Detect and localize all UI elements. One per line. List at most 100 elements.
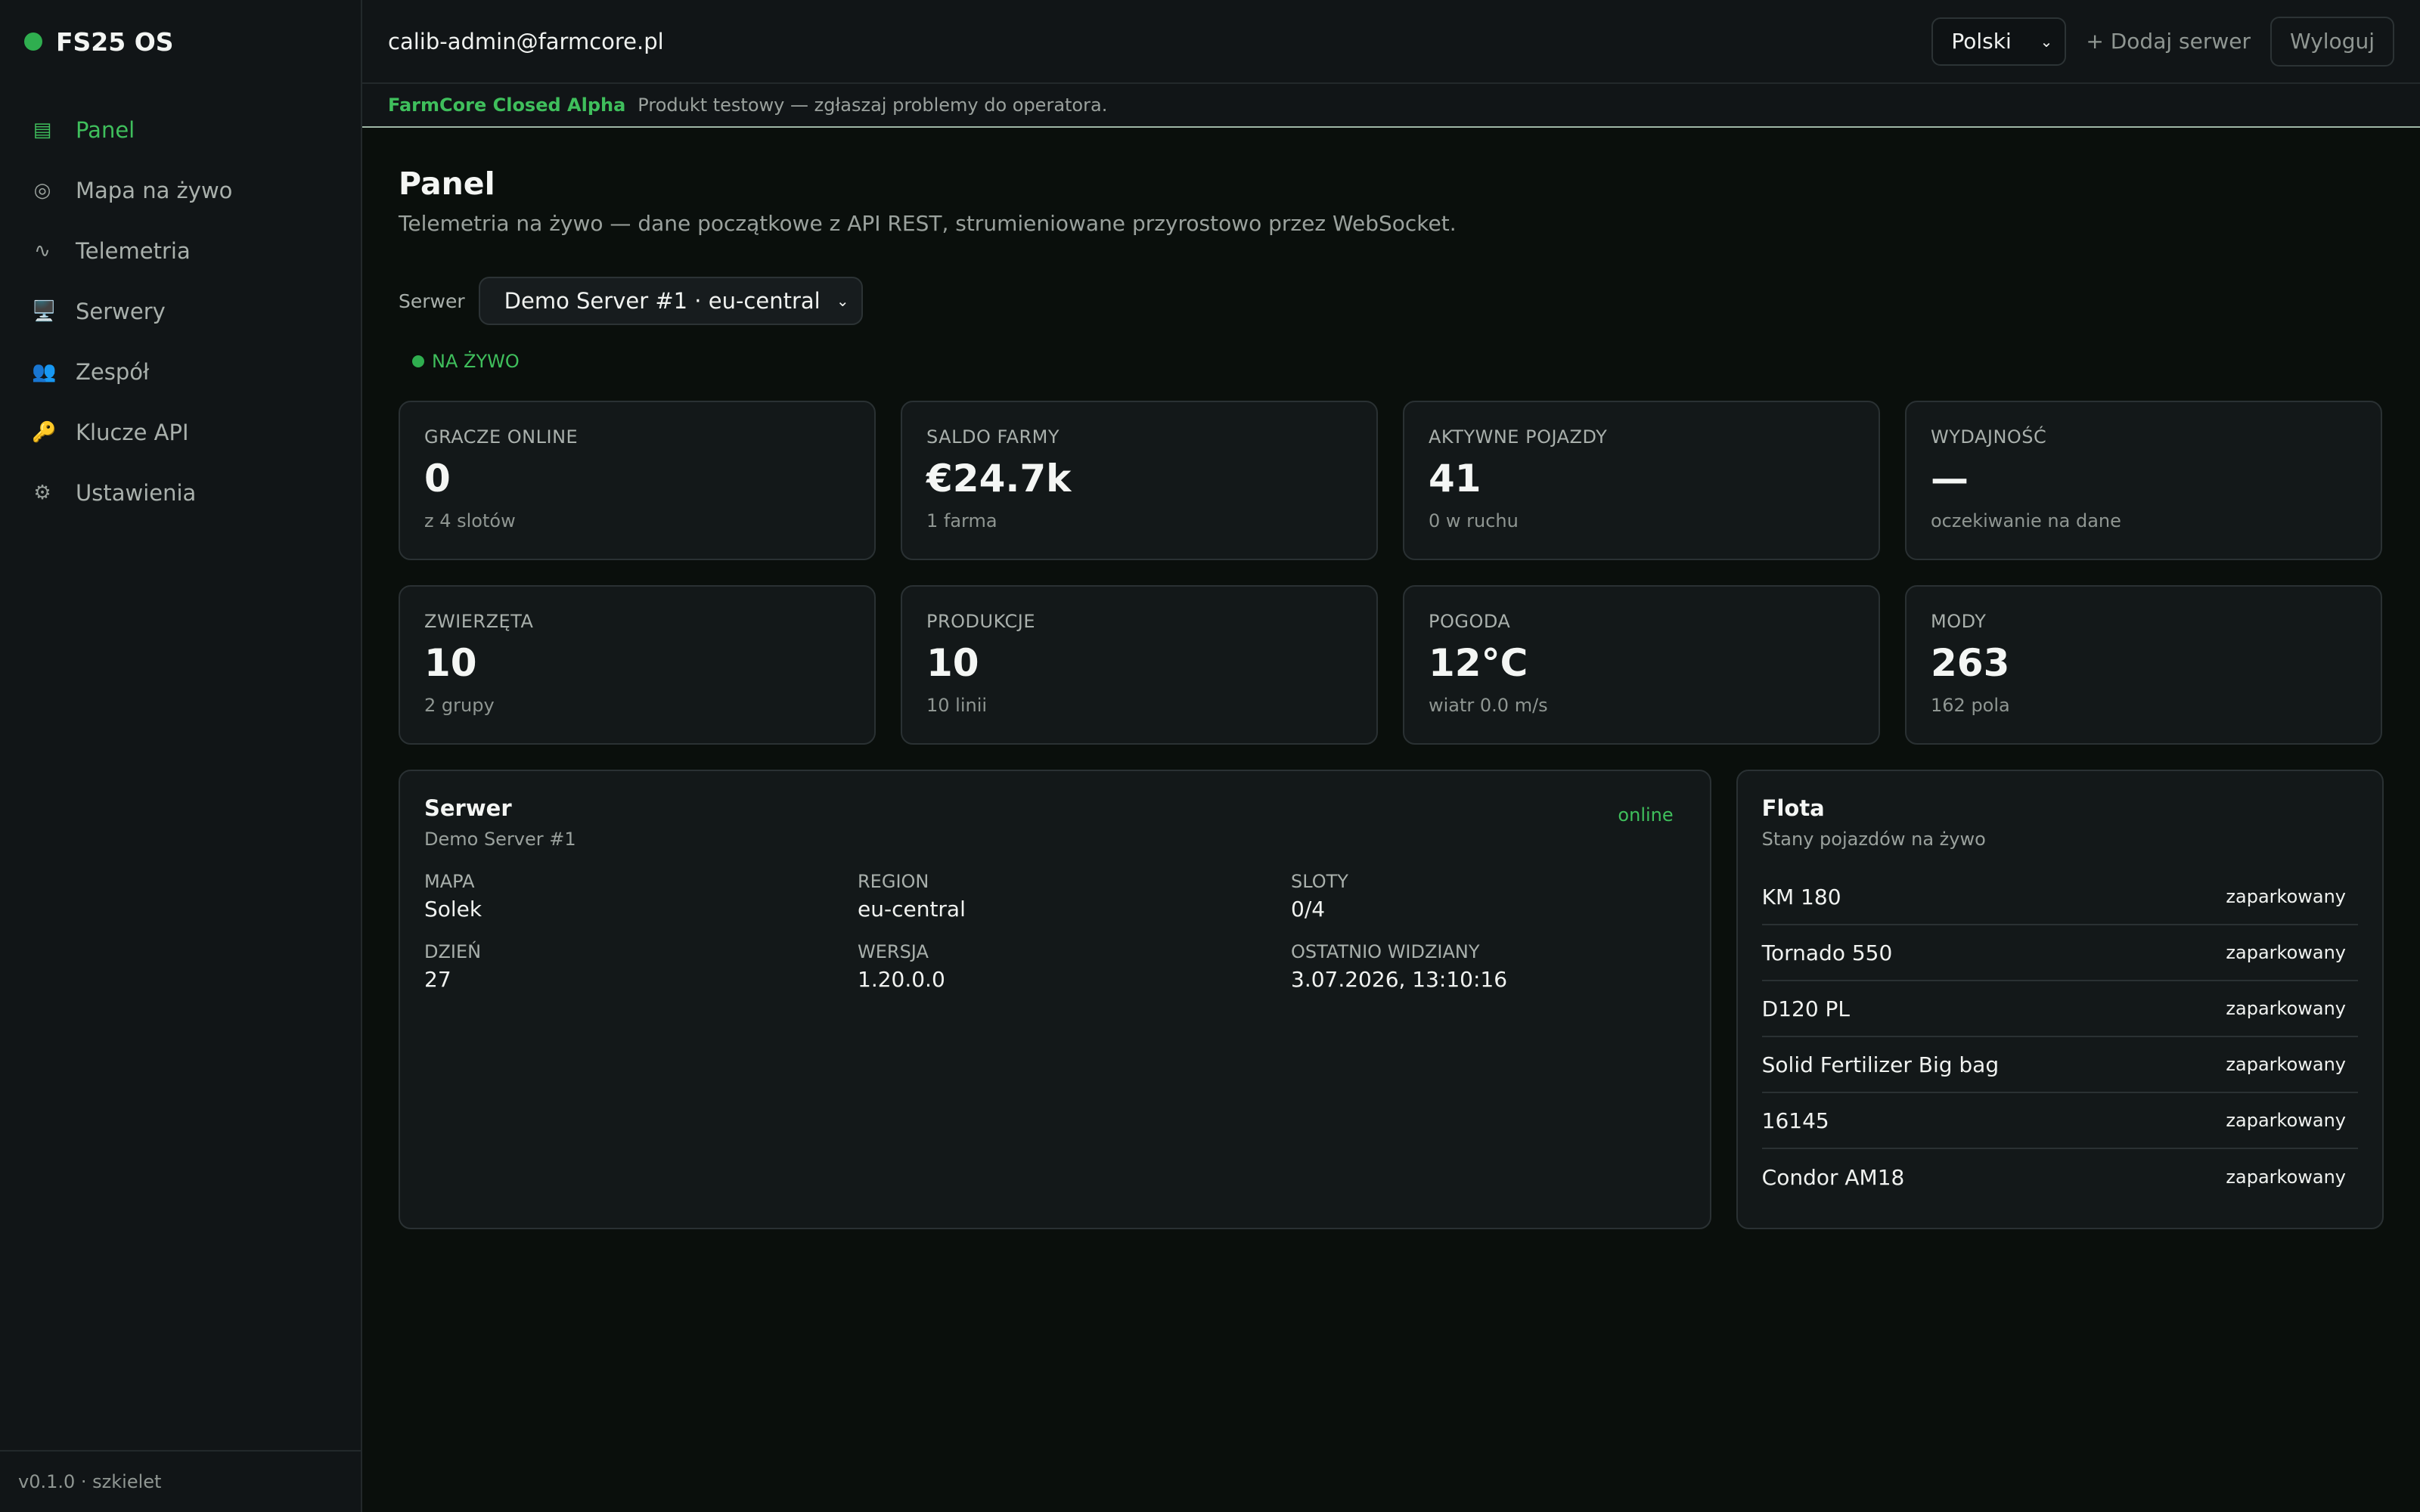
stat-label: AKTYWNE POJAZDY bbox=[1429, 426, 1608, 448]
topbar: calib-admin@farmcore.pl Polski ⌄ + Dodaj… bbox=[362, 0, 2420, 84]
sidebar-item-team[interactable]: 👥 Zespół bbox=[0, 342, 361, 402]
stats-grid: GRACZE ONLINE 0 z 4 slotów SALDO FARMY €… bbox=[399, 401, 2384, 745]
dashboard-icon: ▤ bbox=[33, 119, 52, 141]
vehicle-name: Tornado 550 bbox=[1761, 940, 1893, 965]
sidebar-item-label: Telemetria bbox=[76, 238, 191, 264]
stat-sub: wiatr 0.0 m/s bbox=[1429, 695, 1548, 716]
info-value: eu-central bbox=[858, 897, 966, 922]
vehicle-name: D120 PL bbox=[1761, 996, 1851, 1021]
stat-value: €24.7k bbox=[926, 457, 1072, 500]
info-label: DZIEŃ bbox=[424, 941, 482, 962]
info-value: Solek bbox=[424, 897, 482, 922]
stat-value: — bbox=[1931, 457, 1969, 500]
page-subtitle: Telemetria na żywo — dane początkowe z A… bbox=[399, 211, 1457, 236]
sidebar-item-label: Ustawienia bbox=[76, 480, 197, 506]
info-map: MAPA Solek bbox=[424, 871, 858, 922]
chevron-down-icon: ⌄ bbox=[2040, 32, 2053, 51]
alpha-banner: FarmCore Closed Alpha Produkt testowy — … bbox=[362, 84, 2420, 128]
logout-button[interactable]: Wyloguj bbox=[2270, 16, 2394, 67]
info-label: REGION bbox=[858, 871, 929, 892]
stat-label: WYDAJNOŚĆ bbox=[1931, 426, 2047, 448]
vehicle-status: zaparkowany bbox=[2226, 886, 2346, 907]
stat-card-productions: PRODUKCJE 10 10 linii bbox=[901, 585, 1378, 745]
info-label: MAPA bbox=[424, 871, 475, 892]
user-email: calib-admin@farmcore.pl bbox=[388, 28, 664, 54]
telemetry-icon: ∿ bbox=[34, 240, 51, 262]
stat-sub: 1 farma bbox=[926, 510, 997, 531]
stat-value: 0 bbox=[424, 457, 451, 500]
vehicle-status: zaparkowany bbox=[2226, 942, 2346, 963]
sidebar-item-settings[interactable]: ⚙ Ustawienia bbox=[0, 463, 361, 523]
vehicle-name: Condor AM18 bbox=[1761, 1164, 1905, 1190]
vehicle-name: KM 180 bbox=[1761, 884, 1841, 909]
stat-value: 41 bbox=[1429, 457, 1481, 500]
list-item[interactable]: D120 PL zaparkowany bbox=[1761, 981, 2358, 1037]
brand-name: FS25 OS bbox=[56, 26, 174, 57]
stat-value: 12°C bbox=[1429, 641, 1528, 685]
stat-label: POGODA bbox=[1429, 611, 1511, 632]
info-value: 3.07.2026, 13:10:16 bbox=[1291, 967, 1508, 992]
stat-card-balance: SALDO FARMY €24.7k 1 farma bbox=[901, 401, 1378, 560]
alpha-text: Produkt testowy — zgłaszaj problemy do o… bbox=[638, 94, 1108, 116]
stat-card-animals: ZWIERZĘTA 10 2 grupy bbox=[399, 585, 876, 745]
status-badge: online bbox=[1618, 804, 1674, 826]
info-slots: SLOTY 0/4 bbox=[1291, 871, 1686, 922]
fleet-panel: Flota Stany pojazdów na żywo KM 180 zapa… bbox=[1736, 770, 2384, 1229]
info-label: WERSJA bbox=[858, 941, 929, 962]
fleet-panel-title: Flota bbox=[1761, 795, 1825, 821]
sidebar-item-panel[interactable]: ▤ Panel bbox=[0, 100, 361, 160]
brand[interactable]: FS25 OS bbox=[0, 0, 361, 83]
team-icon: 👥 bbox=[32, 361, 57, 383]
map-icon: ◎ bbox=[33, 179, 51, 202]
server-select[interactable]: Demo Server #1 · eu-central ⌄ bbox=[478, 277, 863, 325]
content: Panel Telemetria na żywo — dane początko… bbox=[362, 128, 2420, 1229]
info-value: 0/4 bbox=[1291, 897, 1326, 922]
server-select-value: Demo Server #1 · eu-central bbox=[504, 288, 821, 314]
status-dot-icon bbox=[24, 33, 42, 51]
info-version: WERSJA 1.20.0.0 bbox=[858, 941, 1291, 992]
stat-label: GRACZE ONLINE bbox=[424, 426, 579, 448]
sidebar-item-telemetry[interactable]: ∿ Telemetria bbox=[0, 221, 361, 281]
stat-sub: 2 grupy bbox=[424, 695, 495, 716]
stat-value: 263 bbox=[1931, 641, 2010, 685]
computer-icon: 🖥️ bbox=[32, 300, 57, 323]
stat-card-players: GRACZE ONLINE 0 z 4 slotów bbox=[399, 401, 876, 560]
info-last-seen: OSTATNIO WIDZIANY 3.07.2026, 13:10:16 bbox=[1291, 941, 1686, 992]
stat-label: PRODUKCJE bbox=[926, 611, 1036, 632]
sidebar-item-live-map[interactable]: ◎ Mapa na żywo bbox=[0, 160, 361, 221]
sidebar-nav: ▤ Panel ◎ Mapa na żywo ∿ Telemetria 🖥️ S… bbox=[0, 83, 361, 523]
list-item[interactable]: 16145 zaparkowany bbox=[1761, 1093, 2358, 1149]
info-value: 27 bbox=[424, 967, 451, 992]
sidebar-item-label: Zespół bbox=[76, 359, 150, 385]
language-value: Polski bbox=[1951, 29, 2012, 54]
sidebar-item-label: Panel bbox=[76, 117, 135, 143]
stat-card-performance: WYDAJNOŚĆ — oczekiwanie na dane bbox=[1905, 401, 2382, 560]
gear-icon: ⚙ bbox=[33, 482, 51, 504]
server-panel-title: Serwer bbox=[424, 795, 512, 821]
live-indicator: NA ŻYWO bbox=[412, 351, 2384, 372]
list-item[interactable]: Condor AM18 zaparkowany bbox=[1762, 1149, 2358, 1205]
server-panel: Serwer Demo Server #1 online MAPA Solek … bbox=[399, 770, 1711, 1229]
vehicle-status: zaparkowany bbox=[2226, 1054, 2346, 1075]
add-server-button[interactable]: + Dodaj serwer bbox=[2086, 29, 2251, 54]
stat-sub: 0 w ruchu bbox=[1429, 510, 1519, 531]
vehicle-status: zaparkowany bbox=[2226, 1167, 2346, 1188]
vehicle-status: zaparkowany bbox=[2226, 1110, 2346, 1131]
stat-label: MODY bbox=[1931, 611, 1987, 632]
sidebar: FS25 OS ▤ Panel ◎ Mapa na żywo ∿ Telemet… bbox=[0, 0, 362, 1512]
server-panel-name: Demo Server #1 bbox=[424, 829, 576, 850]
stat-sub: 162 pola bbox=[1931, 695, 2010, 716]
live-dot-icon bbox=[412, 355, 424, 367]
sidebar-item-api-keys[interactable]: 🔑 Klucze API bbox=[0, 402, 361, 463]
info-region: REGION eu-central bbox=[858, 871, 1291, 922]
list-item[interactable]: Solid Fertilizer Big bag zaparkowany bbox=[1761, 1037, 2358, 1093]
list-item[interactable]: KM 180 zaparkowany bbox=[1761, 869, 2358, 925]
list-item[interactable]: Tornado 550 zaparkowany bbox=[1761, 925, 2358, 981]
key-icon: 🔑 bbox=[32, 421, 57, 444]
fleet-panel-subtitle: Stany pojazdów na żywo bbox=[1761, 829, 1986, 850]
sidebar-item-servers[interactable]: 🖥️ Serwery bbox=[0, 281, 361, 342]
vehicle-status: zaparkowany bbox=[2226, 998, 2346, 1019]
language-select[interactable]: Polski ⌄ bbox=[1931, 17, 2067, 66]
stat-sub: z 4 slotów bbox=[424, 510, 516, 531]
vehicle-name: Solid Fertilizer Big bag bbox=[1761, 1052, 2000, 1077]
